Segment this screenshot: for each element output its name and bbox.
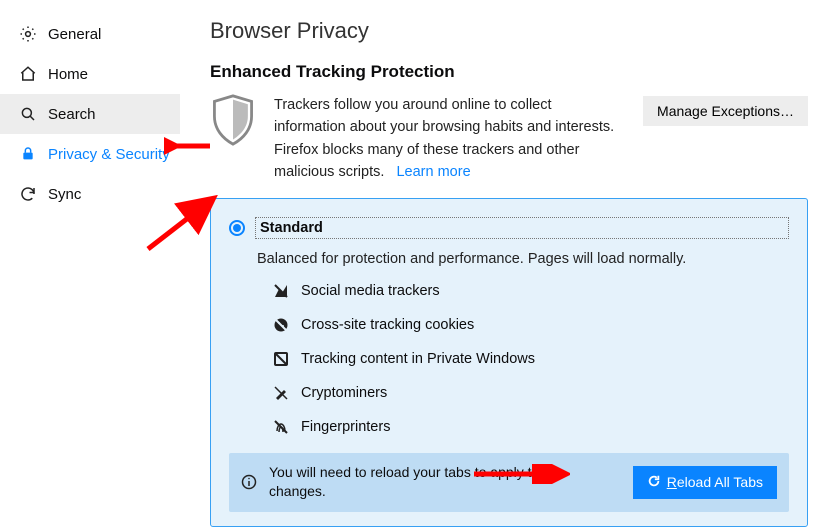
sidebar-item-search[interactable]: Search <box>0 94 180 134</box>
intro-text: Trackers follow you around online to col… <box>274 94 625 184</box>
standard-option-description: Balanced for protection and performance.… <box>257 251 789 267</box>
feature-social-trackers: Social media trackers <box>273 283 789 299</box>
sidebar-item-label: Sync <box>48 186 81 203</box>
sidebar-item-sync[interactable]: Sync <box>0 174 180 214</box>
protection-level-panel: Standard Balanced for protection and per… <box>210 198 808 527</box>
sidebar-item-privacy-security[interactable]: Privacy & Security <box>0 134 180 174</box>
reload-message: You will need to reload your tabs to app… <box>269 463 621 502</box>
sync-icon <box>18 184 38 204</box>
section-title: Enhanced Tracking Protection <box>210 62 808 82</box>
learn-more-link[interactable]: Learn more <box>396 164 470 180</box>
sidebar-item-label: Home <box>48 66 88 83</box>
home-icon <box>18 64 38 84</box>
sidebar-item-general[interactable]: General <box>0 14 180 54</box>
page-title: Browser Privacy <box>210 18 808 44</box>
fingerprint-icon <box>273 419 289 435</box>
cookie-icon <box>273 317 289 333</box>
shield-icon <box>210 94 256 149</box>
social-trackers-icon <box>273 283 289 299</box>
gear-icon <box>18 24 38 44</box>
sidebar-item-label: General <box>48 26 101 43</box>
feature-tracking-content: Tracking content in Private Windows <box>273 351 789 367</box>
reload-notification: You will need to reload your tabs to app… <box>229 453 789 512</box>
main-content: Browser Privacy Enhanced Tracking Protec… <box>180 0 818 529</box>
sidebar-item-home[interactable]: Home <box>0 54 180 94</box>
settings-sidebar: General Home Search <box>0 0 180 529</box>
radio-selected-icon <box>229 220 245 236</box>
tracking-content-icon <box>273 351 289 367</box>
cryptominer-icon <box>273 385 289 401</box>
feature-cross-site-cookies: Cross-site tracking cookies <box>273 317 789 333</box>
feature-fingerprinters: Fingerprinters <box>273 419 789 435</box>
standard-option-label: Standard <box>255 217 789 239</box>
feature-cryptominers: Cryptominers <box>273 385 789 401</box>
sidebar-item-label: Search <box>48 106 96 123</box>
info-icon <box>241 474 257 490</box>
sidebar-item-label: Privacy & Security <box>48 146 170 163</box>
reload-all-tabs-button[interactable]: Reload All Tabs <box>633 466 777 499</box>
search-icon <box>18 104 38 124</box>
standard-option[interactable]: Standard <box>229 217 789 239</box>
lock-icon <box>18 144 38 164</box>
blocked-features-list: Social media trackers Cross-site trackin… <box>273 283 789 435</box>
manage-exceptions-button[interactable]: Manage Exceptions… <box>643 96 808 126</box>
reload-icon <box>647 474 661 491</box>
